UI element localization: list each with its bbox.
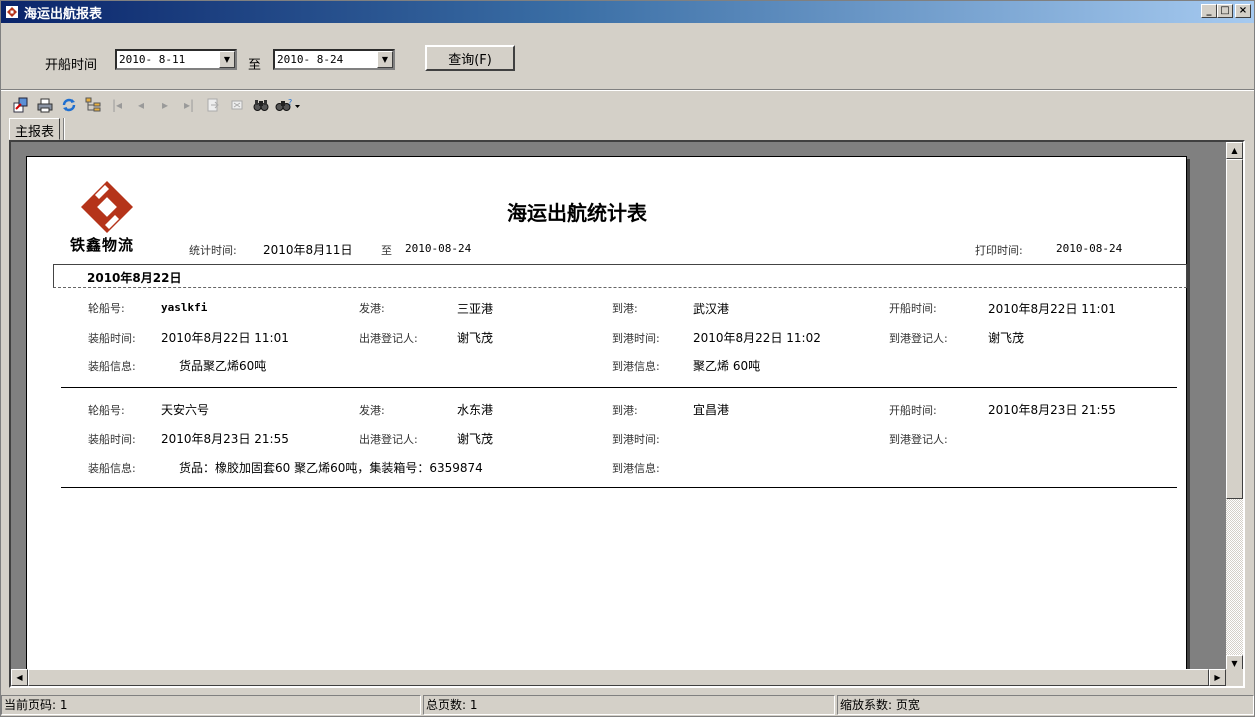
minimize-button[interactable]: _ bbox=[1201, 4, 1217, 18]
refresh-icon[interactable] bbox=[57, 96, 81, 114]
report-viewer[interactable]: 铁鑫物流 海运出航统计表 统计时间: 2010年8月11日 至 2010-08-… bbox=[9, 140, 1245, 688]
arrive-info-value: 聚乙烯 60吨 bbox=[693, 359, 761, 373]
from-port-value: 水东港 bbox=[457, 403, 494, 417]
arrive-time-value: 2010年8月22日 11:02 bbox=[693, 331, 821, 345]
status-total-pages: 总页数: 1 bbox=[423, 695, 835, 715]
stat-time-label: 统计时间: bbox=[189, 244, 237, 257]
vertical-scrollbar[interactable]: ▲ ▼ bbox=[1226, 142, 1243, 672]
query-bar: 开船时间 2010- 8-11 ▼ 至 2010- 8-24 ▼ 查询(F) bbox=[1, 23, 1254, 89]
horizontal-scrollbar[interactable]: ◀ ▶ bbox=[11, 669, 1226, 686]
search-button[interactable]: 查询(F) bbox=[425, 45, 515, 71]
load-time-label: 装船时间: bbox=[88, 332, 136, 345]
tab-main-report[interactable]: 主报表 bbox=[9, 118, 61, 140]
start-time-label: 开船时间 bbox=[45, 58, 98, 73]
sail-time-label: 开船时间: bbox=[889, 404, 937, 417]
group-header-date: 2010年8月22日 bbox=[87, 271, 182, 285]
zoom-icon[interactable]: ? bbox=[273, 96, 303, 114]
arrive-info-label: 到港信息: bbox=[612, 360, 660, 373]
status-bar: 当前页码: 1 总页数: 1 缩放系数: 页宽 bbox=[1, 693, 1254, 716]
ship-no-value: 天安六号 bbox=[161, 403, 210, 417]
in-reg-value: 谢飞茂 bbox=[988, 331, 1025, 345]
out-reg-value: 谢飞茂 bbox=[457, 432, 494, 446]
chevron-down-icon[interactable]: ▼ bbox=[219, 51, 235, 68]
next-page-icon[interactable]: ▸ bbox=[153, 96, 177, 114]
status-zoom: 缩放系数: 页宽 bbox=[837, 695, 1254, 715]
print-time-value: 2010-08-24 bbox=[1056, 242, 1123, 255]
first-page-icon[interactable]: |◂ bbox=[105, 96, 129, 114]
load-time-value: 2010年8月22日 11:01 bbox=[161, 331, 289, 345]
print-time-label: 打印时间: bbox=[975, 244, 1023, 257]
ship-no-value: yaslkfi bbox=[161, 301, 208, 314]
load-info-value: 货品聚乙烯60吨 bbox=[179, 359, 267, 373]
from-port-value: 三亚港 bbox=[457, 302, 494, 316]
to-port-label: 到港: bbox=[612, 302, 638, 315]
prev-page-icon[interactable]: ◂ bbox=[129, 96, 153, 114]
load-info-label: 装船信息: bbox=[88, 360, 136, 373]
end-date-picker[interactable]: 2010- 8-24 ▼ bbox=[273, 49, 395, 70]
from-port-label: 发港: bbox=[359, 404, 385, 417]
find-icon[interactable] bbox=[249, 96, 273, 114]
sail-time-value: 2010年8月22日 11:01 bbox=[988, 302, 1116, 316]
tree-icon[interactable] bbox=[81, 96, 105, 114]
svg-text:?: ? bbox=[288, 98, 292, 107]
divider bbox=[1, 89, 1254, 91]
title-bar[interactable]: 海运出航报表 _ □ × bbox=[1, 1, 1254, 23]
sail-time-value: 2010年8月23日 21:55 bbox=[988, 403, 1116, 417]
sail-time-label: 开船时间: bbox=[889, 302, 937, 315]
scroll-corner bbox=[1226, 669, 1243, 686]
stat-time-end: 2010-08-24 bbox=[405, 242, 472, 255]
logo-text: 铁鑫物流 bbox=[70, 236, 135, 254]
report-toolbar: |◂ ◂ ▸ ▸| ? bbox=[9, 95, 303, 115]
to-label: 至 bbox=[248, 58, 262, 73]
window-title: 海运出航报表 bbox=[24, 6, 103, 22]
to-port-label: 到港: bbox=[612, 404, 638, 417]
out-reg-label: 出港登记人: bbox=[359, 433, 418, 446]
scroll-left-button[interactable]: ◀ bbox=[11, 669, 28, 686]
stat-time-start: 2010年8月11日 bbox=[263, 243, 353, 257]
vertical-scroll-thumb[interactable] bbox=[1226, 159, 1243, 499]
load-info-value: 货品：橡胶加固套60 聚乙烯60吨，集装箱号：6359874 bbox=[179, 461, 483, 475]
from-port-label: 发港: bbox=[359, 302, 385, 315]
out-reg-label: 出港登记人: bbox=[359, 332, 418, 345]
to-port-value: 宜昌港 bbox=[693, 403, 730, 417]
start-date-picker[interactable]: 2010- 8-11 ▼ bbox=[115, 49, 237, 70]
to-port-value: 武汉港 bbox=[693, 302, 730, 316]
stop-icon[interactable] bbox=[225, 96, 249, 114]
goto-page-icon[interactable] bbox=[201, 96, 225, 114]
status-current-page: 当前页码: 1 bbox=[1, 695, 421, 715]
report-title: 海运出航统计表 bbox=[507, 201, 647, 225]
in-reg-label: 到港登记人: bbox=[889, 433, 948, 446]
report-window: 海运出航报表 _ □ × 开船时间 2010- 8-11 ▼ 至 2010- 8… bbox=[0, 0, 1255, 717]
record-divider bbox=[61, 487, 1177, 488]
report-page: 铁鑫物流 海运出航统计表 统计时间: 2010年8月11日 至 2010-08-… bbox=[26, 156, 1187, 686]
group-header: 2010年8月22日 bbox=[53, 264, 1187, 288]
last-page-icon[interactable]: ▸| bbox=[177, 96, 201, 114]
start-date-value[interactable]: 2010- 8-11 bbox=[117, 53, 219, 66]
close-button[interactable]: × bbox=[1235, 4, 1251, 18]
load-info-label: 装船信息: bbox=[88, 462, 136, 475]
out-reg-value: 谢飞茂 bbox=[457, 331, 494, 345]
stat-time-to: 至 bbox=[381, 244, 392, 257]
scroll-up-button[interactable]: ▲ bbox=[1226, 142, 1243, 159]
arrive-info-label: 到港信息: bbox=[612, 462, 660, 475]
app-logo-icon bbox=[4, 4, 20, 20]
end-date-value[interactable]: 2010- 8-24 bbox=[275, 53, 377, 66]
chevron-down-icon[interactable]: ▼ bbox=[377, 51, 393, 68]
ship-no-label: 轮船号: bbox=[88, 302, 125, 315]
ship-no-label: 轮船号: bbox=[88, 404, 125, 417]
restore-button[interactable]: □ bbox=[1217, 4, 1233, 18]
print-icon[interactable] bbox=[33, 96, 57, 114]
record-divider bbox=[61, 387, 1177, 388]
in-reg-label: 到港登记人: bbox=[889, 332, 948, 345]
load-time-value: 2010年8月23日 21:55 bbox=[161, 432, 289, 446]
report-tabs: 主报表 bbox=[9, 118, 66, 140]
arrive-time-label: 到港时间: bbox=[612, 433, 660, 446]
load-time-label: 装船时间: bbox=[88, 433, 136, 446]
scroll-right-button[interactable]: ▶ bbox=[1209, 669, 1226, 686]
tab-divider bbox=[63, 118, 66, 140]
export-icon[interactable] bbox=[9, 96, 33, 114]
arrive-time-label: 到港时间: bbox=[612, 332, 660, 345]
horizontal-scroll-thumb[interactable] bbox=[28, 669, 1209, 686]
